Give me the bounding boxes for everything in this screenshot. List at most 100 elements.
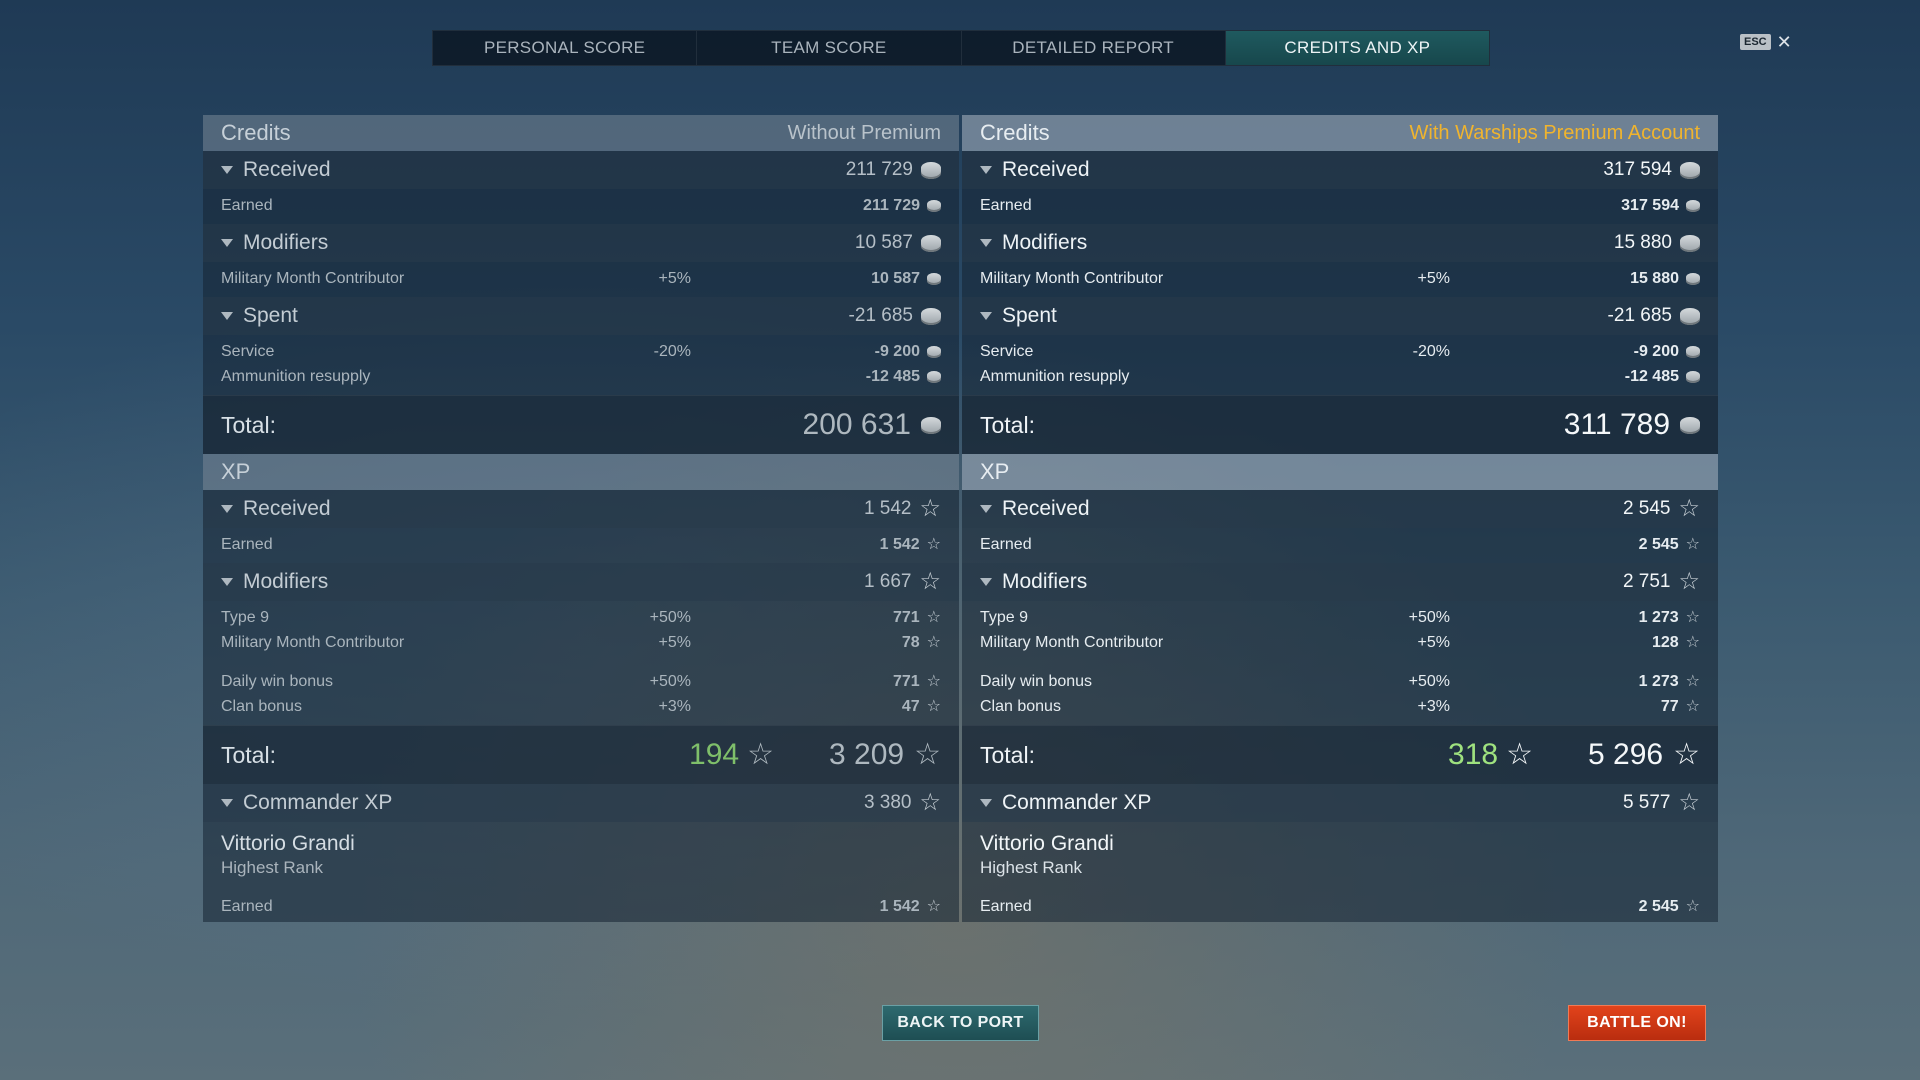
credits-section: Received 317 594 Earned 317 594 Modifiers… [962,151,1718,454]
list-item: Earned 1 542 ☆ [203,532,959,557]
xp-star-icon: ☆ [1678,495,1700,522]
xp-received-row[interactable]: Received 2 545 ☆ [962,490,1718,528]
back-to-port-button[interactable]: BACK TO PORT [882,1005,1039,1041]
item-amount: 2 545 [1638,535,1679,553]
xp-star-icon: ☆ [914,738,941,771]
item-percent: +3% [1417,697,1450,715]
received-label: Received [243,158,331,181]
credit-coin-icon [1686,272,1700,285]
battle-on-button[interactable]: BATTLE ON! [1568,1005,1706,1041]
credit-coin-icon [927,199,941,212]
commander-xp-row[interactable]: Commander XP 5 577 ☆ [962,784,1718,822]
esc-close-button[interactable]: ESC ✕ [1740,33,1792,51]
credits-title: Credits [980,120,1050,145]
xp-star-icon: ☆ [926,608,941,626]
list-item: Earned 2 545 ☆ [962,532,1718,557]
commander-name: Vittorio Grandi [980,832,1114,855]
total-label: Total: [221,741,276,768]
credit-coin-icon [1680,416,1700,434]
received-value: 1 542 [863,498,912,519]
commander-xp-value: 5 577 [1622,792,1671,813]
received-label: Received [1002,497,1090,520]
xp-header: XP [962,454,1718,490]
item-percent: +50% [1408,608,1450,626]
xp-star-icon: ☆ [919,568,941,595]
credit-coin-icon [921,307,941,325]
xp-star-icon: ☆ [919,789,941,816]
commander-xp-label: Commander XP [243,791,393,814]
credit-coin-icon [1680,161,1700,179]
tab-team-score[interactable]: TEAM SCORE [697,31,962,65]
xp-modifiers-row[interactable]: Modifiers 1 667 ☆ [203,563,959,601]
received-row[interactable]: Received 317 594 [962,151,1718,189]
xp-star-icon: ☆ [1685,633,1700,651]
free-xp-value: 194 [689,738,740,771]
item-name: Earned [221,535,273,553]
xp-modifiers-row[interactable]: Modifiers 2 751 ☆ [962,563,1718,601]
xp-received-row[interactable]: Received 1 542 ☆ [203,490,959,528]
esc-key-badge: ESC [1740,34,1771,50]
xp-total-row: Total: 318 ☆ 5 296 ☆ [962,725,1718,784]
list-item: Type 9 +50% 771 ☆ [203,605,959,630]
item-amount: 1 542 [879,535,920,553]
modifiers-row[interactable]: Modifiers 15 880 [962,224,1718,262]
free-xp-star-icon: ☆ [1506,738,1534,771]
collapse-triangle-icon [221,166,233,174]
item-amount: -12 485 [1624,367,1679,385]
item-name: Type 9 [221,608,270,626]
close-icon[interactable]: ✕ [1777,33,1792,51]
item-percent: +5% [658,269,691,287]
collapse-triangle-icon [980,166,992,174]
item-name: Ammunition resupply [221,367,371,385]
total-label: Total: [980,411,1035,438]
xp-title: XP [221,459,251,484]
item-percent: -20% [653,342,691,360]
commander-xp-row[interactable]: Commander XP 3 380 ☆ [203,784,959,822]
item-amount: 78 [901,633,920,651]
credit-coin-icon [1680,234,1700,252]
credit-coin-icon [927,370,941,383]
earned-label: Earned [221,898,273,915]
tab-credits-and-xp[interactable]: CREDITS AND XP [1225,31,1489,65]
modifiers-row[interactable]: Modifiers 10 587 [203,224,959,262]
item-name: Military Month Contributor [980,269,1164,287]
credit-coin-icon [921,416,941,434]
credits-total-row: Total: 311 789 [962,395,1718,454]
tab-personal-score[interactable]: PERSONAL SCORE [433,31,698,65]
xp-star-icon: ☆ [926,535,941,553]
spent-row[interactable]: Spent -21 685 [203,297,959,335]
received-row[interactable]: Received 211 729 [203,151,959,189]
xp-star-icon: ☆ [1678,568,1700,595]
modifiers-value: 1 667 [863,571,912,592]
item-amount: -12 485 [865,367,920,385]
spent-value: -21 685 [848,305,913,326]
item-name: Military Month Contributor [221,269,405,287]
item-amount: 771 [892,672,920,690]
xp-section: Received 2 545 ☆ Earned 2 545 ☆ Modifiers 2… [962,490,1718,922]
list-item: Ammunition resupply -12 485 [203,364,959,389]
item-amount: 10 587 [871,269,920,287]
tab-detailed-report[interactable]: DETAILED REPORT [962,31,1226,65]
xp-star-icon: ☆ [926,697,941,715]
collapse-triangle-icon [980,505,992,513]
list-item: Clan bonus +3% 77 ☆ [962,694,1718,719]
panel-without-premium: Credits Without Premium Received 211 729… [203,115,959,922]
commander-name: Vittorio Grandi [221,832,355,855]
collapse-triangle-icon [221,312,233,320]
item-name: Earned [221,196,273,214]
credits-title: Credits [221,120,291,145]
credits-total-value: 200 631 [802,408,911,441]
item-amount: 47 [901,697,920,715]
credit-coin-icon [1686,345,1700,358]
spent-row[interactable]: Spent -21 685 [962,297,1718,335]
collapse-triangle-icon [980,239,992,247]
item-amount: 1 273 [1638,672,1679,690]
xp-star-icon: ☆ [1685,608,1700,626]
collapse-triangle-icon [221,578,233,586]
item-name: Clan bonus [980,697,1061,715]
collapse-triangle-icon [980,578,992,586]
credit-coin-icon [921,161,941,179]
modifiers-label: Modifiers [243,231,329,254]
xp-star-icon: ☆ [1685,535,1700,553]
received-value: 211 729 [845,159,913,180]
